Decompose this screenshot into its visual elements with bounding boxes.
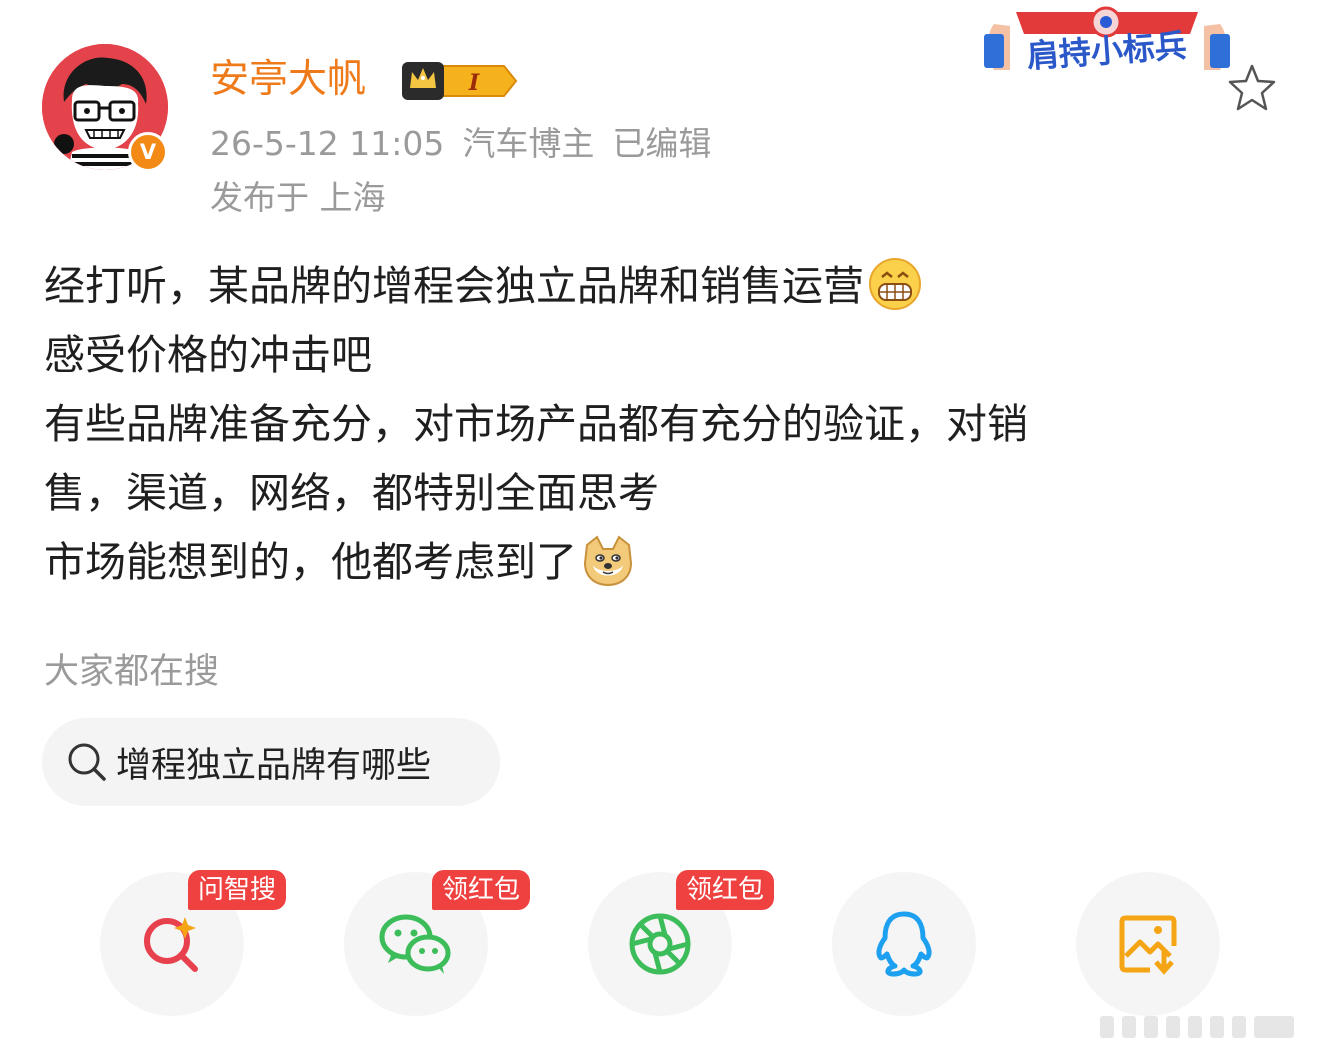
favorite-star-button[interactable]	[1226, 62, 1278, 114]
qq-share-button[interactable]	[832, 872, 976, 1016]
post-meta: 26-5-12 11:05 汽车博主 已编辑	[210, 122, 729, 166]
post-line: 售，渠道，网络，都特别全面思考	[44, 469, 659, 517]
ai-search-icon	[144, 917, 198, 972]
moments-badge: 领红包	[676, 870, 775, 910]
grin-emoji	[869, 258, 921, 310]
watermark-logo	[1100, 1008, 1310, 1046]
save-image-icon	[1119, 915, 1177, 975]
post-line: 感受价格的冲击吧	[44, 331, 372, 379]
fan-banner[interactable]: 肩持小标兵	[976, 4, 1238, 82]
username[interactable]: 安亭大帆	[210, 52, 366, 108]
post-line: 有些品牌准备充分，对市场产品都有充分的验证，对销	[44, 400, 1028, 448]
vip-level-badge: I	[400, 58, 518, 108]
verified-badge: V	[128, 132, 168, 172]
post-line: 市场能想到的，他都考虑到了	[44, 528, 1214, 597]
star-icon	[1228, 64, 1276, 111]
doge-emoji	[583, 535, 633, 587]
trending-title: 大家都在搜	[44, 652, 220, 692]
post-line-text: 市场能想到的，他都考虑到了	[44, 538, 577, 586]
user-role: 汽车博主	[462, 124, 595, 163]
post-time: 26-5-12 11:05	[210, 124, 445, 163]
wechat-icon	[379, 914, 451, 974]
trending-search-pill[interactable]: 增程独立品牌有哪些	[42, 718, 500, 806]
post-content: 经打听，某品牌的增程会独立品牌和销售运营 感受价格的冲击吧 有些品牌准备充分，对…	[44, 252, 1214, 597]
post-location: 发布于 上海	[210, 178, 386, 217]
qq-icon	[876, 911, 932, 977]
edited-label[interactable]: 已编辑	[612, 124, 711, 163]
post-line-text: 经打听，某品牌的增程会独立品牌和销售运营	[44, 262, 864, 310]
ai-search-badge: 问智搜	[188, 870, 287, 910]
save-image-share-button[interactable]	[1076, 872, 1220, 1016]
trending-query: 增程独立品牌有哪些	[116, 745, 432, 786]
post-line: 经打听，某品牌的增程会独立品牌和销售运营	[44, 252, 1214, 321]
level-text: I	[468, 70, 480, 96]
search-icon	[68, 743, 106, 781]
moments-icon	[629, 913, 691, 975]
wechat-badge: 领红包	[432, 870, 531, 910]
